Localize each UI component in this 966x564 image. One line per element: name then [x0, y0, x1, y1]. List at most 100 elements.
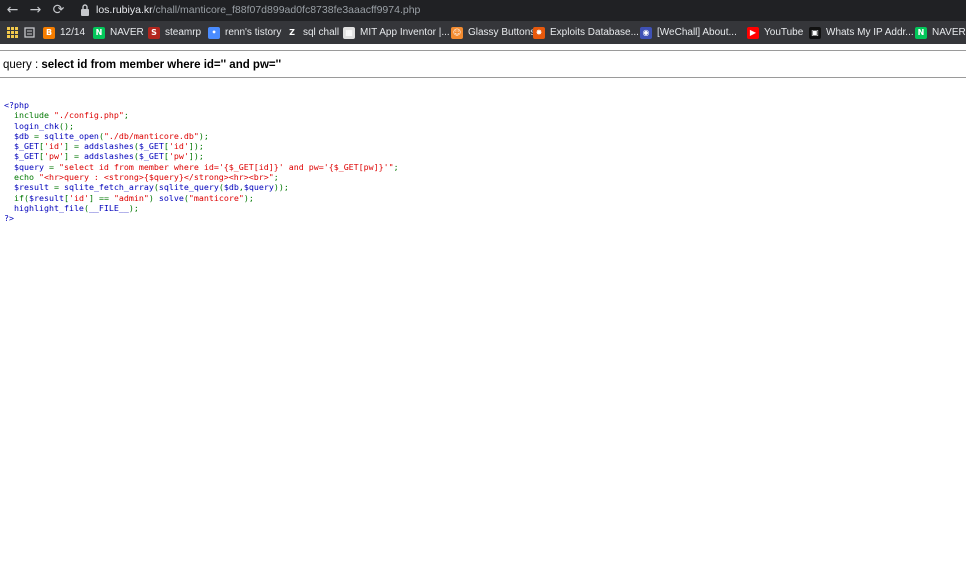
- code-token: );: [243, 192, 254, 203]
- whatsmyip-icon: ▣: [809, 26, 821, 39]
- bookmark-naver[interactable]: N NAVER: [93, 21, 144, 44]
- code-token: );: [128, 202, 139, 213]
- code-token: ;: [393, 161, 399, 172]
- youtube-icon: ▶: [747, 26, 759, 39]
- bookmark-label: YouTube: [764, 27, 804, 38]
- code-token: "<hr>query : <strong>{$query}</strong><h…: [38, 172, 274, 183]
- code-token: 'pw': [168, 151, 189, 162]
- code-token: ] =: [63, 141, 84, 152]
- query-label: query :: [3, 59, 42, 71]
- naver-icon: N: [93, 26, 105, 39]
- glassy-icon: ☺: [451, 26, 463, 39]
- bookmark-exploits-database[interactable]: ✸ Exploits Database...: [533, 21, 639, 44]
- code-token: login_chk: [14, 120, 59, 131]
- lock-icon: [81, 4, 89, 16]
- code-token: "./config.php": [53, 110, 124, 121]
- wechall-icon: ◉: [640, 26, 652, 39]
- bookmark-label: Glassy Buttons: [468, 27, 536, 38]
- bookmark-label: NAVER: [932, 27, 966, 38]
- code-token: $_GET: [14, 141, 39, 152]
- bookmark-label: sql chall: [303, 27, 340, 38]
- bookmark-12-14[interactable]: B 12/14: [43, 21, 85, 44]
- code-token: 'id': [43, 141, 64, 152]
- code-token: addslashes: [83, 141, 134, 152]
- bookmark-mit-app-inventor[interactable]: ▦ MIT App Inventor |...: [343, 21, 450, 44]
- code-token: $db: [223, 182, 239, 193]
- bookmark-naver[interactable]: N NAVER: [915, 21, 966, 44]
- bookmark-label: MIT App Inventor |...: [360, 27, 450, 38]
- app-inventor-icon: ▦: [343, 26, 355, 39]
- code-token: );: [198, 130, 209, 141]
- bookmark-youtube[interactable]: ▶ YouTube: [747, 21, 803, 44]
- code-token: =: [33, 130, 44, 141]
- page-content: query : select id from member where id='…: [0, 44, 966, 564]
- code-token: solve: [158, 192, 184, 203]
- blogger-icon: B: [43, 26, 55, 39]
- code-token: $result: [29, 192, 64, 203]
- code-token: echo: [14, 172, 39, 183]
- forward-arrow-icon[interactable]: →: [27, 2, 44, 19]
- php-close-tag: ?>: [4, 213, 14, 224]
- bookmark-wechall-about[interactable]: ◉ [WeChall] About...: [640, 21, 737, 44]
- code-token: "manticore": [188, 192, 244, 203]
- code-token: sqlite_open: [43, 130, 99, 141]
- code-token: 'pw': [43, 151, 64, 162]
- code-token: ] =: [63, 151, 84, 162]
- code-token: "./db/manticore.db": [103, 130, 199, 141]
- code-token: ]);: [188, 141, 204, 152]
- code-token: __FILE__: [88, 202, 129, 213]
- url-path: /chall/manticore_f88f07d899ad0fc8738fe3a…: [152, 4, 421, 16]
- bookmark-label: steamrp: [165, 27, 202, 38]
- exploitdb-icon: ✸: [533, 26, 545, 39]
- code-token: $_GET: [14, 151, 39, 162]
- bookmark-sql-chall[interactable]: Zsql chall: [286, 21, 339, 44]
- divider-bottom: [0, 77, 966, 78]
- code-token: =: [53, 182, 64, 193]
- bookmark-label: Whats My IP Addr...: [826, 27, 914, 38]
- code-token: 'id': [68, 192, 89, 203]
- bookmarks-bar: B 12/14 N NAVER Ssteamrp • renn's tistory Zsql …: [0, 21, 966, 44]
- query-line: query : select id from member where id='…: [3, 59, 281, 71]
- z-icon: Z: [286, 26, 298, 39]
- bookmark-glassy-buttons[interactable]: ☺ Glassy Buttons: [451, 21, 535, 44]
- code-token: sqlite_fetch_array: [63, 182, 154, 193]
- code-token: ;: [123, 110, 129, 121]
- code-token: include: [14, 110, 54, 121]
- code-token: $query: [14, 161, 49, 172]
- bookmark-steamrp[interactable]: Ssteamrp: [148, 21, 201, 44]
- reading-list-icon[interactable]: [24, 27, 35, 38]
- address-bar[interactable]: los.rubiya.kr/chall/manticore_f88f07d899…: [96, 3, 420, 17]
- code-token: $db: [14, 130, 34, 141]
- reload-icon[interactable]: ⟳: [50, 2, 67, 19]
- apps-grid-icon[interactable]: [7, 27, 18, 38]
- bookmark-renn-s-tistory[interactable]: • renn's tistory: [208, 21, 281, 44]
- code-token: $_GET: [138, 141, 164, 152]
- bookmark-label: Exploits Database...: [550, 27, 639, 38]
- steamrp-icon: S: [148, 26, 160, 39]
- browser-toolbar: ← → ⟳ los.rubiya.kr/chall/manticore_f88f…: [0, 0, 966, 21]
- code-token: if(: [14, 192, 29, 203]
- code-token: ] ==: [88, 192, 114, 203]
- code-token: $_GET: [138, 151, 164, 162]
- php-open-tag: <?php: [4, 100, 29, 110]
- bookmark-label: renn's tistory: [225, 27, 282, 38]
- back-arrow-icon[interactable]: ←: [4, 2, 21, 19]
- url-host: los.rubiya.kr: [96, 4, 153, 16]
- code-token: ): [148, 192, 159, 203]
- code-token: ;: [273, 172, 279, 183]
- code-token: =: [48, 161, 59, 172]
- code-token: sqlite_query: [158, 182, 219, 193]
- bookmark-label: 12/14: [60, 27, 86, 38]
- code-token: $result: [14, 182, 54, 193]
- bookmark-whats-my-ip-addr[interactable]: ▣ Whats My IP Addr...: [809, 21, 914, 44]
- code-token: "admin": [113, 192, 149, 203]
- code-token: $query: [243, 182, 274, 193]
- code-token: 'id': [168, 141, 189, 152]
- divider-top: [0, 50, 966, 51]
- code-token: highlight_file: [14, 202, 84, 213]
- code-token: "select id from member where id='{$_GET[…: [58, 161, 394, 172]
- code-token: ();: [58, 120, 74, 131]
- code-token: addslashes: [83, 151, 134, 162]
- code-token: ));: [273, 182, 289, 193]
- tistory-icon: •: [208, 26, 220, 39]
